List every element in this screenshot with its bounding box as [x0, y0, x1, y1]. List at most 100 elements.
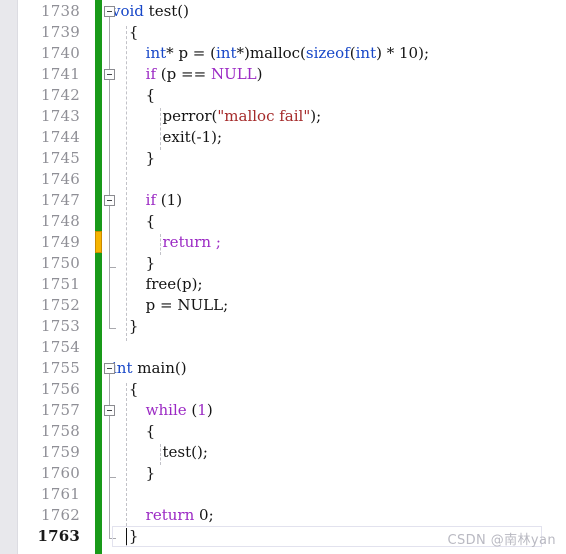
code-text: {: [146, 421, 156, 442]
code-line[interactable]: 1739 {: [0, 22, 566, 43]
code-token: test();: [162, 443, 208, 461]
fold-region-line: [109, 80, 110, 162]
line-number: 1751: [41, 275, 80, 293]
fold-toggle-icon[interactable]: [104, 6, 115, 17]
line-number: 1753: [41, 317, 80, 335]
code-token: 1: [197, 401, 207, 419]
indent-guide: [160, 234, 161, 255]
code-token: {: [145, 422, 156, 440]
code-text: }: [146, 253, 156, 274]
fold-region-line: [109, 17, 110, 328]
code-line[interactable]: 1749 return ;: [0, 232, 566, 253]
code-line[interactable]: 1743 perror("malloc fail");: [0, 106, 566, 127]
code-token: test(): [143, 2, 190, 20]
code-text: }: [146, 148, 156, 169]
code-token: ): [176, 191, 183, 209]
code-text: return ;: [163, 232, 221, 253]
code-text: {: [146, 211, 156, 232]
code-token: );: [310, 107, 322, 125]
code-token: NULL: [210, 65, 257, 83]
code-line[interactable]: 1741 if (p == NULL): [0, 64, 566, 85]
code-line[interactable]: 1744 exit(-1);: [0, 127, 566, 148]
code-line[interactable]: 1745}: [0, 148, 566, 169]
code-line[interactable]: 1748 {: [0, 211, 566, 232]
code-line[interactable]: 1757 while (1): [0, 400, 566, 421]
code-line[interactable]: 1752 p = NULL;: [0, 295, 566, 316]
indent-guide: [160, 444, 161, 465]
line-number: 1760: [41, 464, 80, 482]
code-token: }: [145, 464, 156, 482]
code-token: perror(: [162, 107, 218, 125]
line-number: 1759: [41, 443, 80, 461]
fold-toggle-icon[interactable]: [104, 405, 115, 416]
fold-region-line: [109, 206, 110, 267]
text-caret: [126, 528, 127, 545]
code-token: while: [145, 401, 187, 419]
line-number: 1762: [41, 506, 80, 524]
line-number: 1749: [41, 233, 80, 251]
code-token: 1: [166, 191, 177, 209]
fold-toggle-icon[interactable]: [104, 363, 115, 374]
code-line[interactable]: 1761: [0, 484, 566, 505]
line-number: 1743: [41, 107, 80, 125]
line-number: 1746: [41, 170, 80, 188]
fold-toggle-icon[interactable]: [104, 195, 115, 206]
line-number: 1742: [41, 86, 80, 104]
fold-region-line: [109, 416, 110, 477]
code-line[interactable]: 1746: [0, 169, 566, 190]
code-line[interactable]: 1753}: [0, 316, 566, 337]
code-text: void test(): [112, 1, 189, 22]
line-number: 1745: [41, 149, 80, 167]
code-token: {: [128, 23, 139, 41]
code-text: }: [129, 316, 139, 337]
code-token: exit(-1);: [162, 128, 223, 146]
code-token: *)malloc(: [236, 44, 306, 62]
code-line[interactable]: 1751 free(p);: [0, 274, 566, 295]
code-text: p = NULL;: [146, 295, 228, 316]
code-token: {: [145, 212, 156, 230]
line-number: 1761: [41, 485, 80, 503]
code-token: main(): [132, 359, 187, 377]
code-text: test();: [163, 442, 208, 463]
code-token: int: [216, 44, 237, 62]
code-token: ;: [208, 506, 214, 524]
code-editor[interactable]: 1738 void test() 1739 {1740 int* p = (int*)m…: [0, 0, 566, 554]
code-token: return: [145, 506, 195, 524]
line-number: 1757: [41, 401, 80, 419]
code-line[interactable]: 1742 {: [0, 85, 566, 106]
code-line[interactable]: 1760}: [0, 463, 566, 484]
code-text: while (1): [146, 400, 213, 421]
code-line[interactable]: 1754: [0, 337, 566, 358]
line-number: 1756: [41, 380, 80, 398]
code-token: 0: [199, 506, 209, 524]
code-text: free(p);: [146, 274, 203, 295]
fold-region-end: [109, 267, 116, 268]
code-text: {: [129, 379, 139, 400]
line-number: 1739: [41, 23, 80, 41]
code-token: }: [145, 254, 156, 272]
code-line[interactable]: 1755 int main(): [0, 358, 566, 379]
code-line[interactable]: 1762 return 0;: [0, 505, 566, 526]
code-line[interactable]: 1738 void test(): [0, 1, 566, 22]
code-token: return: [162, 233, 212, 251]
code-token: free(p);: [145, 275, 203, 293]
line-number: 1741: [41, 65, 80, 83]
line-number: 1763: [37, 527, 80, 545]
code-line[interactable]: 1756 {: [0, 379, 566, 400]
code-line[interactable]: 1740 int* p = (int*)malloc(sizeof(int) * …: [0, 43, 566, 64]
code-line[interactable]: 1758 {: [0, 421, 566, 442]
code-token: p = NULL;: [145, 296, 229, 314]
change-bar-green: [95, 253, 102, 554]
fold-toggle-icon[interactable]: [104, 69, 115, 80]
code-token: if: [145, 191, 157, 209]
line-number: 1738: [41, 2, 80, 20]
indent-guide: [126, 26, 127, 341]
code-token: ): [206, 401, 213, 419]
code-text: }: [146, 463, 156, 484]
code-line[interactable]: 1747 if (1): [0, 190, 566, 211]
code-line[interactable]: 1759 test();: [0, 442, 566, 463]
code-line[interactable]: 1750}: [0, 253, 566, 274]
code-token: sizeof: [305, 44, 350, 62]
line-number: 1747: [41, 191, 80, 209]
code-token: ;: [215, 233, 221, 251]
